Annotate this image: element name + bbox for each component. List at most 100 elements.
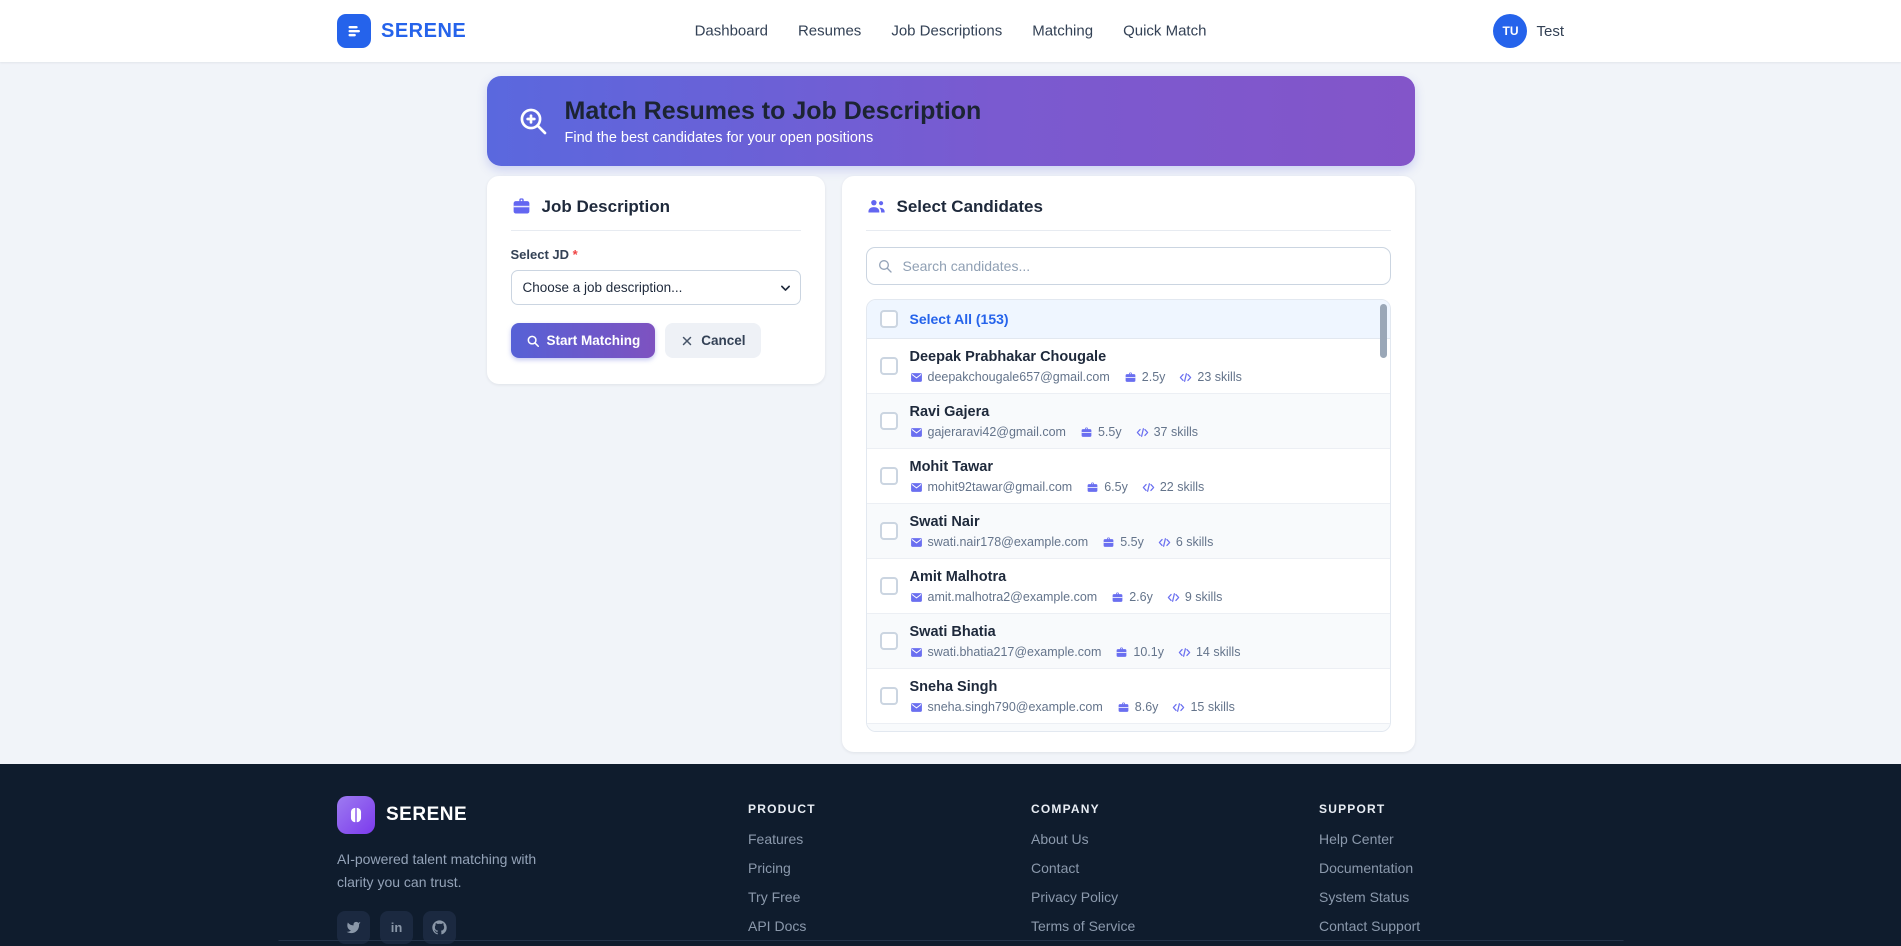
footer-link-about-us[interactable]: About Us: [1031, 831, 1089, 847]
nav-dashboard[interactable]: Dashboard: [695, 23, 768, 40]
user-avatar[interactable]: TU: [1493, 14, 1527, 48]
jd-select[interactable]: Choose a job description...: [511, 270, 801, 305]
nav-job-descriptions[interactable]: Job Descriptions: [891, 23, 1002, 40]
candidate-email: mohit92tawar@gmail.com: [910, 480, 1073, 494]
email-icon: [910, 591, 923, 604]
select-all-row[interactable]: Select All (153): [867, 300, 1390, 339]
candidate-row[interactable]: Suresh Desai suresh.desai648@example.com…: [867, 724, 1390, 732]
candidate-checkbox[interactable]: [880, 357, 898, 375]
job-description-card: Job Description Select JD * Choose a job…: [487, 176, 825, 384]
search-candidates-input[interactable]: [866, 247, 1391, 285]
skills-code-icon: [1167, 591, 1180, 604]
user-menu[interactable]: TU Test: [1493, 14, 1564, 48]
experience-briefcase-icon: [1102, 536, 1115, 549]
main-content: Match Resumes to Job Description Find th…: [487, 76, 1415, 752]
select-jd-label: Select JD *: [511, 247, 801, 262]
select-all-checkbox[interactable]: [880, 310, 898, 328]
candidate-row[interactable]: Amit Malhotra amit.malhotra2@example.com…: [867, 559, 1390, 614]
candidate-name: Deepak Prabhakar Chougale: [910, 348, 1242, 368]
nav-matching[interactable]: Matching: [1032, 23, 1093, 40]
footer-link-contact[interactable]: Contact: [1031, 860, 1079, 876]
candidate-experience: 10.1y: [1115, 645, 1164, 659]
candidate-checkbox[interactable]: [880, 577, 898, 595]
search-icon: [526, 334, 540, 348]
email-icon: [910, 481, 923, 494]
main-nav: Dashboard Resumes Job Descriptions Matching…: [695, 23, 1207, 40]
footer-column-heading: SUPPORT: [1319, 802, 1564, 816]
candidate-name: Swati Bhatia: [910, 623, 1241, 643]
divider: [511, 230, 801, 231]
footer-link-contact-support[interactable]: Contact Support: [1319, 918, 1420, 934]
candidate-row[interactable]: Mohit Tawar mohit92tawar@gmail.com 6.5y …: [867, 449, 1390, 504]
candidate-skills: 6 skills: [1158, 535, 1214, 549]
footer-tagline: AI-powered talent matching with clarity …: [337, 848, 562, 894]
nav-quick-match[interactable]: Quick Match: [1123, 23, 1206, 40]
candidate-experience: 5.5y: [1080, 425, 1122, 439]
footer-link-features[interactable]: Features: [748, 831, 803, 847]
candidate-experience: 6.5y: [1086, 480, 1128, 494]
candidate-skills: 23 skills: [1179, 370, 1241, 384]
candidate-checkbox[interactable]: [880, 687, 898, 705]
email-icon: [910, 371, 923, 384]
email-icon: [910, 426, 923, 439]
email-icon: [910, 701, 923, 714]
cancel-button[interactable]: Cancel: [665, 323, 760, 358]
candidate-name: Mohit Tawar: [910, 458, 1205, 478]
footer-link-terms-of-service[interactable]: Terms of Service: [1031, 918, 1135, 934]
candidate-checkbox[interactable]: [880, 632, 898, 650]
footer-column: COMPANY About UsContactPrivacy PolicyTer…: [1031, 796, 1319, 946]
experience-briefcase-icon: [1117, 701, 1130, 714]
start-matching-button[interactable]: Start Matching: [511, 323, 656, 358]
select-all-label: Select All (153): [910, 311, 1009, 327]
footer-brand-name: SERENE: [386, 804, 467, 826]
footer-link-system-status[interactable]: System Status: [1319, 889, 1409, 905]
footer-column: PRODUCT Features Pricing Try Free API Docs: [748, 796, 1031, 946]
experience-briefcase-icon: [1086, 481, 1099, 494]
experience-briefcase-icon: [1111, 591, 1124, 604]
footer-brand-logo-icon: [337, 796, 375, 834]
candidate-row[interactable]: Swati Bhatia swati.bhatia217@example.com…: [867, 614, 1390, 669]
footer-divider: [278, 940, 1623, 941]
footer-column: SUPPORT Help Center Documentation System S…: [1319, 796, 1564, 946]
page-subtitle: Find the best candidates for your open p…: [565, 130, 982, 146]
candidate-row[interactable]: Deepak Prabhakar Chougale deepakchougale…: [867, 339, 1390, 394]
candidate-experience: 2.6y: [1111, 590, 1153, 604]
page-title: Match Resumes to Job Description: [565, 96, 982, 127]
footer-link-documentation[interactable]: Documentation: [1319, 860, 1413, 876]
skills-code-icon: [1179, 371, 1192, 384]
nav-resumes[interactable]: Resumes: [798, 23, 861, 40]
user-name: Test: [1536, 23, 1564, 40]
candidate-name: Swati Nair: [910, 513, 1214, 533]
candidate-row[interactable]: Ravi Gajera gajeraravi42@gmail.com 5.5y …: [867, 394, 1390, 449]
jd-card-title: Job Description: [542, 197, 670, 217]
candidate-row[interactable]: Sneha Singh sneha.singh790@example.com 8…: [867, 669, 1390, 724]
page-banner: Match Resumes to Job Description Find th…: [487, 76, 1415, 166]
required-mark: *: [573, 247, 578, 262]
experience-briefcase-icon: [1115, 646, 1128, 659]
footer-link-api-docs[interactable]: API Docs: [748, 918, 806, 934]
footer-column-heading: PRODUCT: [748, 802, 1031, 816]
email-icon: [910, 646, 923, 659]
skills-code-icon: [1178, 646, 1191, 659]
experience-briefcase-icon: [1124, 371, 1137, 384]
candidates-card-title: Select Candidates: [897, 197, 1043, 217]
candidate-name: Ravi Gajera: [910, 403, 1199, 423]
brand-logo-icon: [337, 14, 371, 48]
email-icon: [910, 536, 923, 549]
candidate-checkbox[interactable]: [880, 412, 898, 430]
footer-link-help-center[interactable]: Help Center: [1319, 831, 1394, 847]
candidate-skills: 9 skills: [1167, 590, 1223, 604]
candidate-checkbox[interactable]: [880, 522, 898, 540]
brand[interactable]: SERENE: [337, 14, 466, 48]
candidate-email: sneha.singh790@example.com: [910, 700, 1103, 714]
footer-link-pricing[interactable]: Pricing: [748, 860, 791, 876]
candidate-row[interactable]: Swati Nair swati.nair178@example.com 5.5…: [867, 504, 1390, 559]
candidate-email: swati.bhatia217@example.com: [910, 645, 1102, 659]
candidate-checkbox[interactable]: [880, 467, 898, 485]
scrollbar-thumb[interactable]: [1380, 304, 1387, 358]
candidate-email: amit.malhotra2@example.com: [910, 590, 1098, 604]
candidate-email: deepakchougale657@gmail.com: [910, 370, 1110, 384]
footer-link-try-free[interactable]: Try Free: [748, 889, 800, 905]
footer-link-privacy-policy[interactable]: Privacy Policy: [1031, 889, 1118, 905]
candidate-skills: 14 skills: [1178, 645, 1240, 659]
